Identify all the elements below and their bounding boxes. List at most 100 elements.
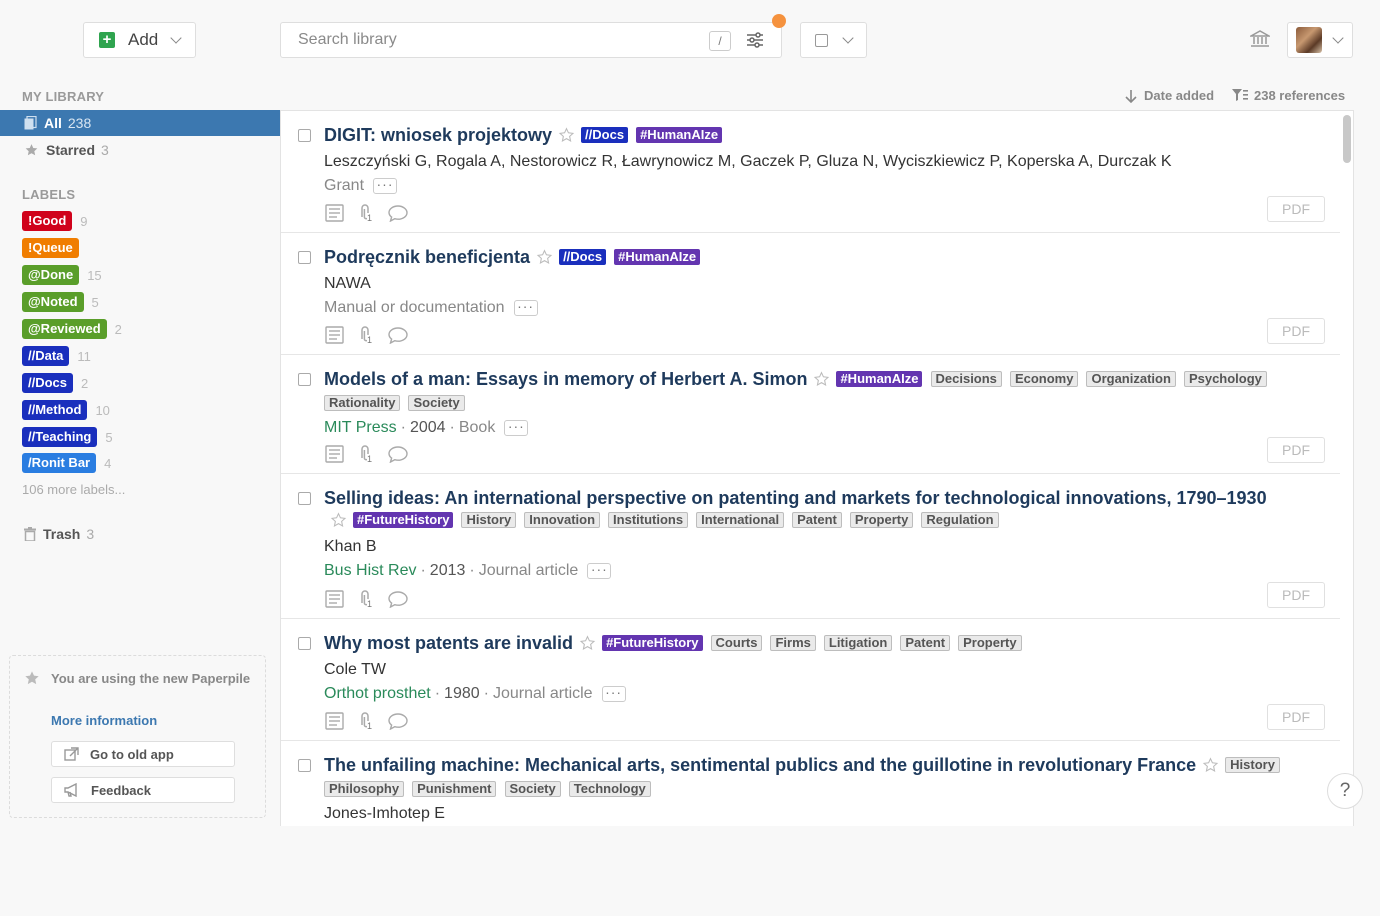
attachments-icon[interactable]: 1 xyxy=(358,325,388,350)
reference-title[interactable]: Selling ideas: An international perspect… xyxy=(324,488,1267,508)
user-menu-button[interactable] xyxy=(1287,22,1353,58)
select-checkbox[interactable] xyxy=(298,637,311,650)
sidebar-label-item[interactable]: @Done 15 xyxy=(22,264,102,286)
search-input[interactable] xyxy=(298,31,698,49)
reference-label-tag[interactable]: International xyxy=(696,512,785,528)
add-button[interactable]: + Add xyxy=(83,22,196,58)
more-options-icon[interactable]: ··· xyxy=(504,419,529,436)
reference-label-tag[interactable]: Litigation xyxy=(823,635,893,651)
go-to-old-app-button[interactable]: Go to old app xyxy=(51,741,235,767)
scrollbar-thumb[interactable] xyxy=(1343,115,1351,163)
pdf-button[interactable]: PDF xyxy=(1267,704,1325,730)
reference-label-tag[interactable]: Patent xyxy=(900,635,951,651)
notes-icon[interactable] xyxy=(325,590,358,613)
comments-icon[interactable] xyxy=(388,204,422,227)
help-button[interactable]: ? xyxy=(1327,773,1363,809)
sidebar-label-item[interactable]: @Reviewed 2 xyxy=(22,318,122,340)
more-options-icon[interactable]: ··· xyxy=(513,299,538,316)
select-all-dropdown[interactable] xyxy=(800,22,867,58)
reference-label-tag[interactable]: Courts xyxy=(710,635,763,651)
sidebar-label-item[interactable]: /Ronit Bar 4 xyxy=(22,452,111,474)
reference-label-tag[interactable]: #HumanAIze xyxy=(636,127,723,143)
sidebar-item-starred[interactable]: Starred 3 xyxy=(0,137,280,163)
reference-count[interactable]: 238 references xyxy=(1232,88,1345,103)
more-options-icon[interactable]: ··· xyxy=(373,177,398,194)
sidebar-label-item[interactable]: //Teaching 5 xyxy=(22,426,113,448)
reference-title[interactable]: Podręcznik beneficjenta xyxy=(324,247,530,267)
pdf-button[interactable]: PDF xyxy=(1267,437,1325,463)
sidebar-label-item[interactable]: //Data 11 xyxy=(22,345,91,367)
reference-journal[interactable]: Orthot prosthet xyxy=(324,684,431,704)
more-information-link[interactable]: More information xyxy=(51,713,157,728)
reference-label-tag[interactable]: Decisions xyxy=(930,371,1002,387)
select-checkbox[interactable] xyxy=(298,492,311,505)
reference-label-tag[interactable]: //Docs xyxy=(581,127,629,143)
reference-title[interactable]: Why most patents are invalid xyxy=(324,633,573,653)
sidebar-label-item[interactable]: !Queue xyxy=(22,237,87,259)
reference-title[interactable]: Models of a man: Essays in memory of Her… xyxy=(324,369,807,389)
reference-label-tag[interactable]: Property xyxy=(958,635,1022,651)
reference-label-tag[interactable]: Technology xyxy=(568,781,651,797)
search-box[interactable]: / xyxy=(280,14,786,58)
notes-icon[interactable] xyxy=(325,204,358,227)
pdf-button[interactable]: PDF xyxy=(1267,196,1325,222)
reference-item[interactable]: The unfailing machine: Mechanical arts, … xyxy=(281,741,1340,826)
pdf-button[interactable]: PDF xyxy=(1267,582,1325,608)
feedback-button[interactable]: Feedback xyxy=(51,777,235,803)
reference-title[interactable]: DIGIT: wniosek projektowy xyxy=(324,125,552,145)
reference-label-tag[interactable]: Firms xyxy=(770,635,816,651)
reference-label-tag[interactable]: Organization xyxy=(1086,371,1176,387)
sidebar-item-all[interactable]: All 238 xyxy=(0,110,280,136)
more-options-icon[interactable]: ··· xyxy=(587,562,612,579)
reference-journal[interactable]: MIT Press xyxy=(324,418,397,438)
sort-by-date-button[interactable]: Date added xyxy=(1125,88,1214,103)
reference-label-tag[interactable]: //Docs xyxy=(559,249,607,265)
institution-icon[interactable] xyxy=(1250,30,1270,48)
reference-label-tag[interactable]: History xyxy=(461,512,517,528)
comments-icon[interactable] xyxy=(388,590,422,613)
reference-label-tag[interactable]: #HumanAIze xyxy=(836,371,923,387)
reference-item[interactable]: Podręcznik beneficjenta //Docs #HumanAIze… xyxy=(281,233,1340,355)
reference-label-tag[interactable]: #FutureHistory xyxy=(602,635,703,651)
reference-label-tag[interactable]: Institutions xyxy=(608,512,689,528)
attachments-icon[interactable]: 1 xyxy=(358,711,388,736)
scrollbar[interactable] xyxy=(1340,110,1354,826)
attachments-icon[interactable]: 1 xyxy=(358,444,388,469)
reference-item[interactable]: Why most patents are invalid #FutureHisto… xyxy=(281,619,1340,741)
comments-icon[interactable] xyxy=(388,445,422,468)
more-options-icon[interactable]: ··· xyxy=(601,685,626,702)
select-checkbox[interactable] xyxy=(298,129,311,142)
notes-icon[interactable] xyxy=(325,712,358,735)
star-icon[interactable] xyxy=(579,634,596,656)
sidebar-item-trash[interactable]: Trash 3 xyxy=(0,521,280,547)
reference-item[interactable]: Selling ideas: An international perspect… xyxy=(281,474,1340,619)
reference-label-tag[interactable]: Rationality xyxy=(324,395,401,411)
sidebar-label-item[interactable]: //Method 10 xyxy=(22,399,110,421)
pdf-button[interactable]: PDF xyxy=(1267,318,1325,344)
more-labels-link[interactable]: 106 more labels... xyxy=(22,482,125,497)
comments-icon[interactable] xyxy=(388,326,422,349)
reference-label-tag[interactable]: #FutureHistory xyxy=(353,512,454,528)
sidebar-label-item[interactable]: @Noted 5 xyxy=(22,291,99,313)
reference-label-tag[interactable]: History xyxy=(1225,757,1280,773)
star-icon[interactable] xyxy=(1202,756,1219,778)
comments-icon[interactable] xyxy=(388,712,422,735)
reference-item[interactable]: Models of a man: Essays in memory of Her… xyxy=(281,355,1340,474)
reference-label-tag[interactable]: Society xyxy=(504,781,561,797)
star-icon[interactable] xyxy=(558,126,575,148)
reference-label-tag[interactable]: Society xyxy=(408,395,465,411)
star-icon[interactable] xyxy=(536,248,553,270)
reference-label-tag[interactable]: Regulation xyxy=(921,512,999,528)
sidebar-label-item[interactable]: //Docs 2 xyxy=(22,372,88,394)
star-icon[interactable] xyxy=(330,511,347,533)
select-checkbox[interactable] xyxy=(298,759,311,772)
reference-label-tag[interactable]: Psychology xyxy=(1183,371,1267,387)
attachments-icon[interactable]: 1 xyxy=(358,203,388,228)
reference-label-tag[interactable]: Economy xyxy=(1009,371,1079,387)
reference-label-tag[interactable]: Patent xyxy=(792,512,842,528)
select-checkbox[interactable] xyxy=(298,373,311,386)
reference-label-tag[interactable]: Innovation xyxy=(524,512,601,528)
sidebar-label-item[interactable]: !Good 9 xyxy=(22,210,88,232)
reference-title[interactable]: The unfailing machine: Mechanical arts, … xyxy=(324,755,1196,775)
reference-item[interactable]: DIGIT: wniosek projektowy //Docs #HumanAI… xyxy=(281,111,1340,233)
